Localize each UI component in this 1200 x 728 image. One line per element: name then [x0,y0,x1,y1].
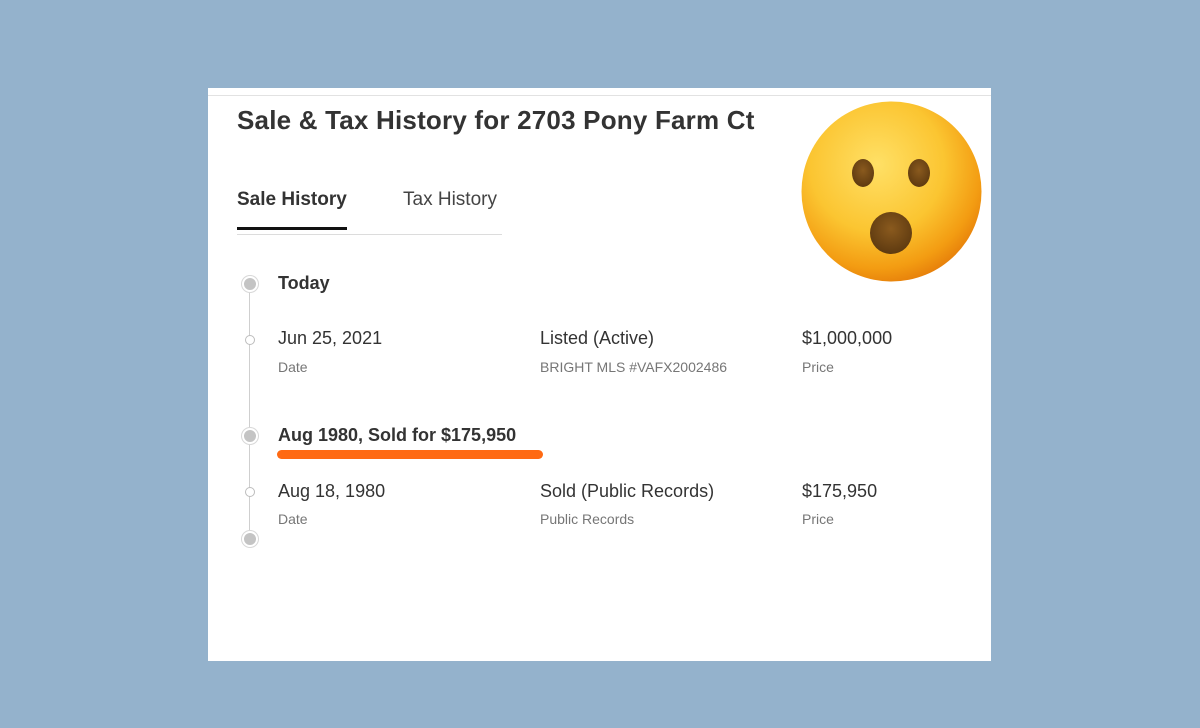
history-tabs: Sale History Tax History [237,186,502,235]
timeline-line [249,284,250,538]
entry-2-date: Aug 18, 1980 [278,481,386,501]
entry-2-price: $175,950 [802,481,878,501]
timeline-dot-entry-1 [245,335,255,345]
entry-1-price: $1,000,000 [802,328,893,348]
entry-2-source: Public Records [540,511,635,527]
timeline-dot-entry-2 [245,487,255,497]
page-title: Sale & Tax History for 2703 Pony Farm Ct [237,105,755,135]
entry-2-date-label: Date [278,511,308,527]
entry-1-price-label: Price [802,359,834,375]
astonished-face-icon [800,100,983,283]
entry-1-event: Listed (Active) [540,328,655,348]
entry-1-source: BRIGHT MLS #VAFX2002486 [540,359,728,375]
tab-tax-history[interactable]: Tax History [403,189,497,229]
timeline-group-today: Today [278,273,330,293]
timeline-dot-end [242,531,258,547]
tab-sale-history[interactable]: Sale History [237,189,347,230]
timeline-dot-group-2 [242,428,258,444]
timeline-dot-today [242,276,258,292]
card-top-divider [208,95,991,96]
stage: Sale & Tax History for 2703 Pony Farm Ct… [0,0,1200,728]
orange-highlight-underline [277,450,543,459]
entry-2-price-label: Price [802,511,834,527]
entry-1-date: Jun 25, 2021 [278,328,383,348]
entry-2-event: Sold (Public Records) [540,481,715,501]
timeline-group-sold-1980: Aug 1980, Sold for $175,950 [278,425,517,445]
entry-1-date-label: Date [278,359,308,375]
